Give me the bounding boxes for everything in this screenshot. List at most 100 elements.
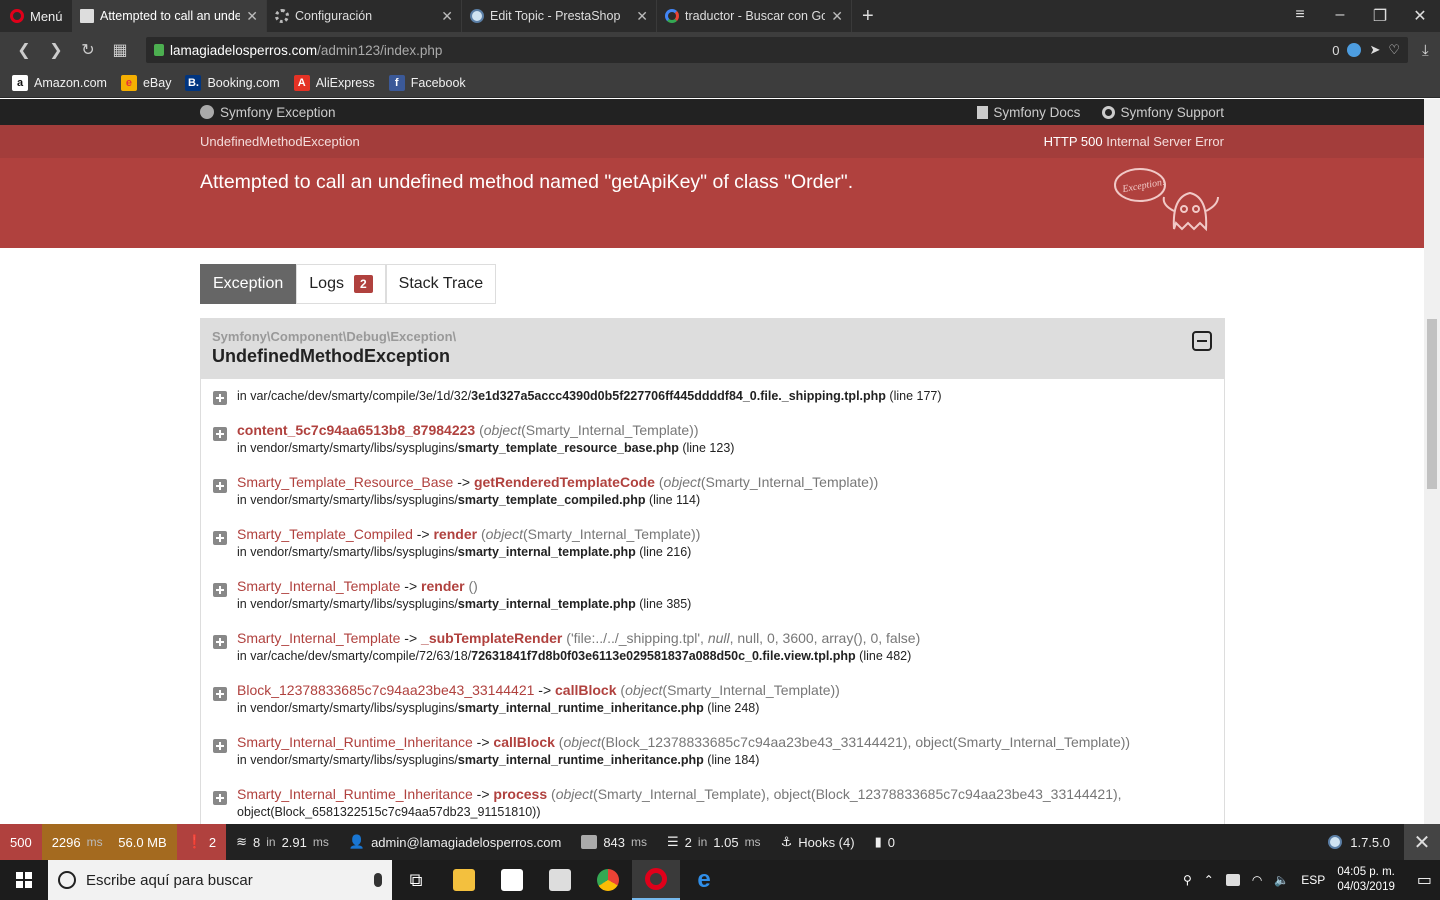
toolbar-prestashop-version[interactable]: 1.7.5.0 bbox=[1328, 835, 1404, 850]
file-prefix: object(Block_6581322515c7c94aa57db23_911… bbox=[237, 805, 541, 819]
heart-bookmark-icon[interactable]: ♡ bbox=[1388, 42, 1400, 58]
collapse-toggle-button[interactable] bbox=[1192, 331, 1212, 351]
expand-plus-icon[interactable] bbox=[213, 427, 227, 441]
document-icon bbox=[80, 9, 94, 23]
tab-menu-icon[interactable]: ≡ bbox=[1280, 6, 1320, 26]
edge-button[interactable]: e bbox=[680, 860, 728, 900]
close-toolbar-icon[interactable]: ✕ bbox=[1404, 824, 1440, 860]
taskbar-clock[interactable]: 04:05 p. m. 04/03/2019 bbox=[1337, 865, 1395, 895]
adblock-icon[interactable] bbox=[1347, 43, 1362, 57]
start-button[interactable] bbox=[0, 860, 48, 900]
bookmark-booking[interactable]: B. Booking.com bbox=[185, 74, 280, 91]
mail-button[interactable] bbox=[536, 860, 584, 900]
taskbar-search[interactable]: Escribe aquí para buscar bbox=[48, 860, 392, 900]
cloud-icon[interactable] bbox=[1225, 874, 1240, 886]
bookmark-ebay[interactable]: e eBay bbox=[120, 74, 171, 91]
notifications-icon[interactable]: ▭ bbox=[1417, 870, 1432, 890]
scrollbar-thumb[interactable] bbox=[1427, 319, 1437, 489]
chevron-up-icon[interactable]: ⌃ bbox=[1204, 873, 1214, 887]
trace-class: Smarty_Internal_Template bbox=[237, 578, 401, 594]
volume-icon[interactable]: 🔈 bbox=[1274, 873, 1289, 887]
people-icon[interactable]: ⚲ bbox=[1183, 873, 1192, 887]
db-in: in bbox=[697, 835, 708, 849]
toolbar-user[interactable]: 👤 admin@lamagiadelosperros.com bbox=[339, 824, 571, 860]
browser-tab-exception[interactable]: Attempted to call an unde ✕ bbox=[72, 0, 267, 32]
bookmark-label: Facebook bbox=[410, 75, 466, 90]
task-view-button[interactable]: ⧉ bbox=[392, 860, 440, 900]
toolbar-time[interactable]: 2296 ms 56.0 MB bbox=[41, 824, 177, 860]
opera-button[interactable] bbox=[632, 860, 680, 900]
args-type: object bbox=[555, 786, 594, 802]
tab-logs[interactable]: Logs 2 bbox=[296, 264, 386, 304]
file-prefix: in vendor/smarty/smarty/libs/sysplugins/ bbox=[237, 493, 458, 507]
expand-plus-icon[interactable] bbox=[213, 479, 227, 493]
cache-unit: ms bbox=[312, 835, 329, 849]
address-bar[interactable]: lamagiadelosperros.com/admin123/index.ph… bbox=[146, 37, 1408, 63]
symfony-docs-link[interactable]: Symfony Docs bbox=[977, 105, 1080, 120]
symfony-top-bar: Symfony Exception Symfony Docs Symfony S… bbox=[0, 99, 1424, 125]
toolbar-render[interactable]: 843 ms bbox=[571, 824, 657, 860]
page-scrollbar[interactable] bbox=[1424, 99, 1440, 860]
expand-plus-icon[interactable] bbox=[213, 391, 227, 405]
download-icon[interactable]: ⤓ bbox=[1422, 42, 1429, 59]
close-tab-icon[interactable]: ✕ bbox=[636, 8, 648, 25]
gear-icon bbox=[275, 9, 289, 23]
wifi-icon[interactable]: ◠ bbox=[1252, 873, 1262, 887]
toolbar-hooks[interactable]: ⚓ Hooks (4) bbox=[771, 824, 865, 860]
ebay-icon: e bbox=[120, 74, 137, 91]
toolbar-database[interactable]: ☰ 2 in 1.05 ms bbox=[657, 824, 771, 860]
expand-plus-icon[interactable] bbox=[213, 791, 227, 805]
expand-plus-icon[interactable] bbox=[213, 583, 227, 597]
close-window-icon[interactable]: ✕ bbox=[1400, 6, 1440, 26]
support-label: Symfony Support bbox=[1120, 104, 1224, 120]
send-icon[interactable]: ➤ bbox=[1369, 42, 1380, 58]
restore-icon[interactable]: ❐ bbox=[1360, 6, 1400, 26]
bookmark-aliexpress[interactable]: A AliExpress bbox=[293, 74, 375, 91]
browser-tab-prestashop[interactable]: Edit Topic - PrestaShop ✕ bbox=[462, 0, 657, 32]
expand-plus-icon[interactable] bbox=[213, 687, 227, 701]
back-arrow-icon[interactable]: ❮ bbox=[10, 36, 38, 64]
new-tab-plus-icon[interactable]: + bbox=[852, 5, 884, 28]
window-controls: ≡ – ❐ ✕ bbox=[1280, 6, 1440, 26]
tab-exception[interactable]: Exception bbox=[200, 264, 297, 304]
store-button[interactable] bbox=[488, 860, 536, 900]
args-type: object bbox=[563, 734, 601, 750]
opera-menu-button[interactable]: Menú bbox=[0, 0, 72, 32]
chrome-button[interactable] bbox=[584, 860, 632, 900]
prestashop-icon bbox=[1328, 835, 1343, 849]
close-tab-icon[interactable]: ✕ bbox=[441, 8, 453, 25]
browser-tab-configuracion[interactable]: Configuración ✕ bbox=[267, 0, 462, 32]
forward-arrow-icon[interactable]: ❯ bbox=[42, 36, 70, 64]
toolbar-errors[interactable]: ❗ 2 bbox=[176, 824, 227, 860]
symfony-support-link[interactable]: Symfony Support bbox=[1102, 105, 1224, 120]
toolbar-cache[interactable]: ≋ 8 in 2.91 ms bbox=[226, 824, 339, 860]
expand-plus-icon[interactable] bbox=[213, 739, 227, 753]
brand-label: Symfony Exception bbox=[220, 104, 336, 120]
language-indicator[interactable]: ESP bbox=[1301, 873, 1325, 887]
bookmark-facebook[interactable]: f Facebook bbox=[388, 74, 466, 91]
cortana-icon bbox=[58, 871, 76, 889]
trace-call: content_5c7c94aa6513b8_87984223 (object(… bbox=[237, 421, 734, 439]
trace-arrow: -> bbox=[472, 786, 494, 802]
minimize-icon[interactable]: – bbox=[1320, 6, 1360, 26]
close-tab-icon[interactable]: ✕ bbox=[831, 8, 843, 25]
expand-plus-icon[interactable] bbox=[213, 635, 227, 649]
trace-call: Smarty_Template_Compiled -> render (obje… bbox=[237, 525, 700, 543]
toolbar-status[interactable]: 500 bbox=[0, 824, 42, 860]
trace-function: render bbox=[421, 578, 465, 594]
reload-icon[interactable]: ↻ bbox=[74, 36, 102, 64]
chrome-icon bbox=[597, 869, 619, 891]
microphone-icon[interactable] bbox=[374, 873, 382, 887]
toolbar-modules[interactable]: ▮ 0 bbox=[865, 824, 905, 860]
browser-tab-google[interactable]: traductor - Buscar con Goo ✕ bbox=[657, 0, 852, 32]
windows-logo-icon bbox=[16, 872, 32, 888]
tab-stack-trace[interactable]: Stack Trace bbox=[385, 264, 497, 304]
bookmark-amazon[interactable]: a Amazon.com bbox=[12, 74, 107, 91]
trace-class: Smarty_Internal_Runtime_Inheritance bbox=[237, 734, 473, 750]
close-tab-icon[interactable]: ✕ bbox=[246, 8, 258, 25]
speed-dial-grid-icon[interactable]: ▦ bbox=[106, 36, 134, 64]
expand-plus-icon[interactable] bbox=[213, 531, 227, 545]
trace-args: (object(Smarty_Internal_Template)) bbox=[481, 526, 700, 542]
file-explorer-button[interactable] bbox=[440, 860, 488, 900]
file-line: (line 248) bbox=[707, 701, 760, 715]
